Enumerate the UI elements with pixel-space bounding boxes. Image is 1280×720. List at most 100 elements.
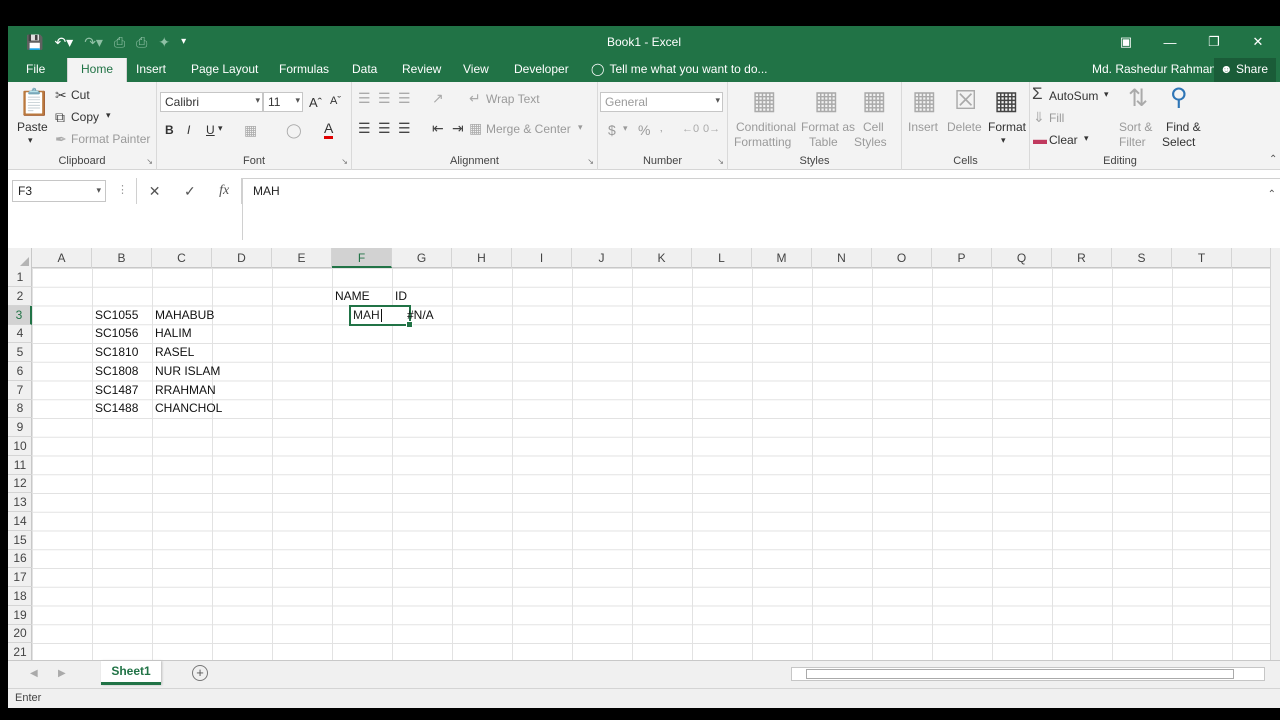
decrease-font-icon[interactable]: Aˇ xyxy=(330,95,341,107)
format-as-table-label-2[interactable]: Table xyxy=(809,135,838,149)
tab-insert[interactable]: Insert xyxy=(136,62,166,76)
borders-icon[interactable]: ▦ xyxy=(244,122,257,138)
row-header-7[interactable]: 7 xyxy=(8,381,32,400)
sort-filter-icon[interactable]: ⇅ xyxy=(1128,86,1148,112)
row-header-11[interactable]: 11 xyxy=(8,456,32,475)
enter-check-icon[interactable]: ✓ xyxy=(184,183,196,200)
align-top-icon[interactable]: ☰ xyxy=(358,90,371,106)
tab-data[interactable]: Data xyxy=(352,62,377,76)
copy-icon[interactable]: ⧉ xyxy=(55,109,65,125)
sort-filter-label-1[interactable]: Sort & xyxy=(1119,120,1152,134)
percent-button[interactable]: % xyxy=(638,122,650,138)
format-cells-icon[interactable]: ▦ xyxy=(994,86,1019,114)
find-select-label-2[interactable]: Select xyxy=(1162,135,1195,149)
tell-me-search[interactable]: ◯ Tell me what you want to do... xyxy=(591,62,768,76)
copy-dropdown-icon[interactable]: ▾ xyxy=(106,110,111,121)
paste-dropdown-icon[interactable]: ▾ xyxy=(28,135,33,146)
horizontal-scroll-thumb[interactable] xyxy=(806,669,1234,679)
cut-icon[interactable]: ✂ xyxy=(55,87,67,103)
column-header-k[interactable]: K xyxy=(632,248,692,268)
column-header-n[interactable]: N xyxy=(812,248,872,268)
cell-c3[interactable]: MAHABUB xyxy=(152,306,214,324)
fill-button[interactable]: Fill xyxy=(1049,111,1064,125)
cell-b3[interactable]: SC1055 xyxy=(92,306,138,324)
cell-styles-label-2[interactable]: Styles xyxy=(854,135,887,149)
autosum-button[interactable]: AutoSum xyxy=(1049,89,1098,103)
paste-icon[interactable]: 📋 xyxy=(18,88,50,116)
format-dropdown-icon[interactable]: ▾ xyxy=(1001,135,1006,146)
cell-styles-icon[interactable]: ▦ xyxy=(862,86,887,114)
insert-cells-icon[interactable]: ▦ xyxy=(912,86,937,114)
sort-filter-label-2[interactable]: Filter xyxy=(1119,135,1146,149)
number-launcher-icon[interactable]: ↘ xyxy=(717,157,724,166)
row-header-3[interactable]: 3 xyxy=(8,305,32,325)
autosum-icon[interactable]: Σ xyxy=(1032,85,1043,102)
row-header-9[interactable]: 9 xyxy=(8,418,32,437)
row-header-20[interactable]: 20 xyxy=(8,624,32,644)
row-header-12[interactable]: 12 xyxy=(8,474,32,494)
prev-sheet-icon[interactable]: ◀ xyxy=(30,668,38,679)
font-name-box[interactable]: Calibri ▾ xyxy=(160,92,263,112)
align-center-icon[interactable]: ☰ xyxy=(378,120,391,136)
column-header-b[interactable]: B xyxy=(92,248,152,268)
eraser-icon[interactable]: ▬ xyxy=(1033,131,1047,147)
row-header-1[interactable]: 1 xyxy=(8,268,32,287)
ribbon-display-options-icon[interactable]: ▣ xyxy=(1104,26,1148,58)
cancel-icon[interactable]: ✕ xyxy=(149,183,161,200)
select-all-button[interactable] xyxy=(8,248,32,268)
column-header-h[interactable]: H xyxy=(452,248,512,268)
row-header-19[interactable]: 19 xyxy=(8,606,32,625)
delete-cells-button[interactable]: Delete xyxy=(947,120,982,134)
row-header-4[interactable]: 4 xyxy=(8,324,32,344)
row-header-18[interactable]: 18 xyxy=(8,587,32,606)
bold-button[interactable]: B xyxy=(165,123,174,137)
font-color-icon[interactable]: A xyxy=(324,121,334,139)
row-header-13[interactable]: 13 xyxy=(8,493,32,512)
cell-area[interactable]: MAH NAME ID SC1055 MAHABUB #N/A SC1056 HALIM SC… xyxy=(32,268,1272,660)
next-sheet-icon[interactable]: ▶ xyxy=(58,668,66,679)
find-select-label-1[interactable]: Find & xyxy=(1166,120,1201,134)
cell-c6[interactable]: NUR ISLAM xyxy=(152,362,220,380)
wrap-text-button[interactable]: Wrap Text xyxy=(486,92,540,106)
format-painter-button[interactable]: Format Painter xyxy=(71,132,150,146)
align-left-icon[interactable]: ☰ xyxy=(358,120,371,136)
column-header-s[interactable]: S xyxy=(1112,248,1172,268)
orientation-icon[interactable]: ↗ xyxy=(432,90,444,106)
increase-decimal-icon[interactable]: ←0 xyxy=(682,121,699,137)
autosum-dropdown-icon[interactable]: ▾ xyxy=(1104,89,1109,100)
column-header-q[interactable]: Q xyxy=(992,248,1052,268)
wrap-text-icon[interactable]: ↵ xyxy=(469,90,481,106)
cell-b8[interactable]: SC1488 xyxy=(92,399,138,417)
cell-c8[interactable]: CHANCHOL xyxy=(152,399,222,417)
column-header-e[interactable]: E xyxy=(272,248,332,268)
font-launcher-icon[interactable]: ↘ xyxy=(341,157,348,166)
cell-b7[interactable]: SC1487 xyxy=(92,381,138,399)
row-header-2[interactable]: 2 xyxy=(8,287,32,306)
close-icon[interactable]: ✕ xyxy=(1236,26,1280,58)
paste-button[interactable]: Paste xyxy=(17,120,48,134)
row-header-15[interactable]: 15 xyxy=(8,531,32,550)
clipboard-launcher-icon[interactable]: ↘ xyxy=(146,157,153,166)
tab-review[interactable]: Review xyxy=(402,62,441,76)
collapse-ribbon-icon[interactable]: ⌃ xyxy=(1269,154,1277,165)
row-header-5[interactable]: 5 xyxy=(8,343,32,362)
column-header-j[interactable]: J xyxy=(572,248,632,268)
tab-file[interactable]: File xyxy=(26,62,45,76)
row-header-14[interactable]: 14 xyxy=(8,512,32,531)
increase-indent-icon[interactable]: ⇥ xyxy=(452,120,464,136)
italic-button[interactable]: I xyxy=(187,123,190,137)
column-header-t[interactable]: T xyxy=(1172,248,1232,268)
underline-dropdown-icon[interactable]: ▾ xyxy=(218,123,223,134)
fill-icon[interactable]: ⇓ xyxy=(1033,109,1045,125)
underline-button[interactable]: U xyxy=(206,123,215,137)
number-format-box[interactable]: General ▾ xyxy=(600,92,723,112)
merge-dropdown-icon[interactable]: ▾ xyxy=(578,122,583,133)
column-header-d[interactable]: D xyxy=(212,248,272,268)
cell-f2[interactable]: NAME xyxy=(332,287,370,305)
column-header-c[interactable]: C xyxy=(152,248,212,268)
column-header-o[interactable]: O xyxy=(872,248,932,268)
column-header-m[interactable]: M xyxy=(752,248,812,268)
merge-icon[interactable]: ▦ xyxy=(469,120,482,136)
cell-b4[interactable]: SC1056 xyxy=(92,324,138,342)
clear-button[interactable]: Clear xyxy=(1049,133,1078,147)
